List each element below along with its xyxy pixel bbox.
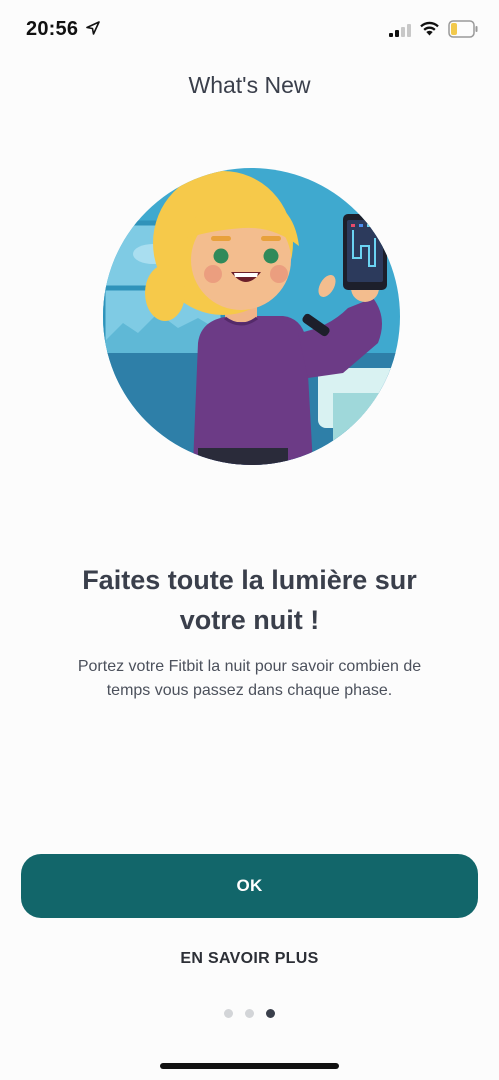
location-arrow-icon <box>86 21 100 35</box>
page-indicator <box>0 1009 499 1018</box>
cellular-signal-icon <box>389 24 411 37</box>
home-indicator[interactable] <box>160 1063 339 1069</box>
status-time: 20:56 <box>26 18 79 40</box>
feature-description: Portez votre Fitbit la nuit pour savoir … <box>30 655 469 703</box>
page-dot-2[interactable] <box>245 1009 254 1018</box>
whats-new-screen: 20:56 What's New Faites toute la lumière… <box>0 0 499 1080</box>
description-line-2: temps vous passez dans chaque phase. <box>106 682 393 699</box>
page-dot-3[interactable] <box>266 1009 275 1018</box>
ok-button[interactable]: OK <box>21 854 478 918</box>
page-dot-1[interactable] <box>224 1009 233 1018</box>
wifi-icon <box>420 21 439 36</box>
status-bar: 20:56 <box>0 0 499 62</box>
woman-holding-phone-illustration <box>103 168 400 465</box>
page-title: What's New <box>188 72 311 98</box>
battery-low-icon <box>448 20 478 38</box>
headline-line-1: Faites toute la lumière sur <box>82 565 417 595</box>
feature-headline: Faites toute la lumière sur votre nuit ! <box>30 560 469 640</box>
headline-line-2: votre nuit ! <box>179 605 320 635</box>
learn-more-link[interactable]: EN SAVOIR PLUS <box>0 950 499 968</box>
description-line-1: Portez votre Fitbit la nuit pour savoir … <box>77 658 422 675</box>
